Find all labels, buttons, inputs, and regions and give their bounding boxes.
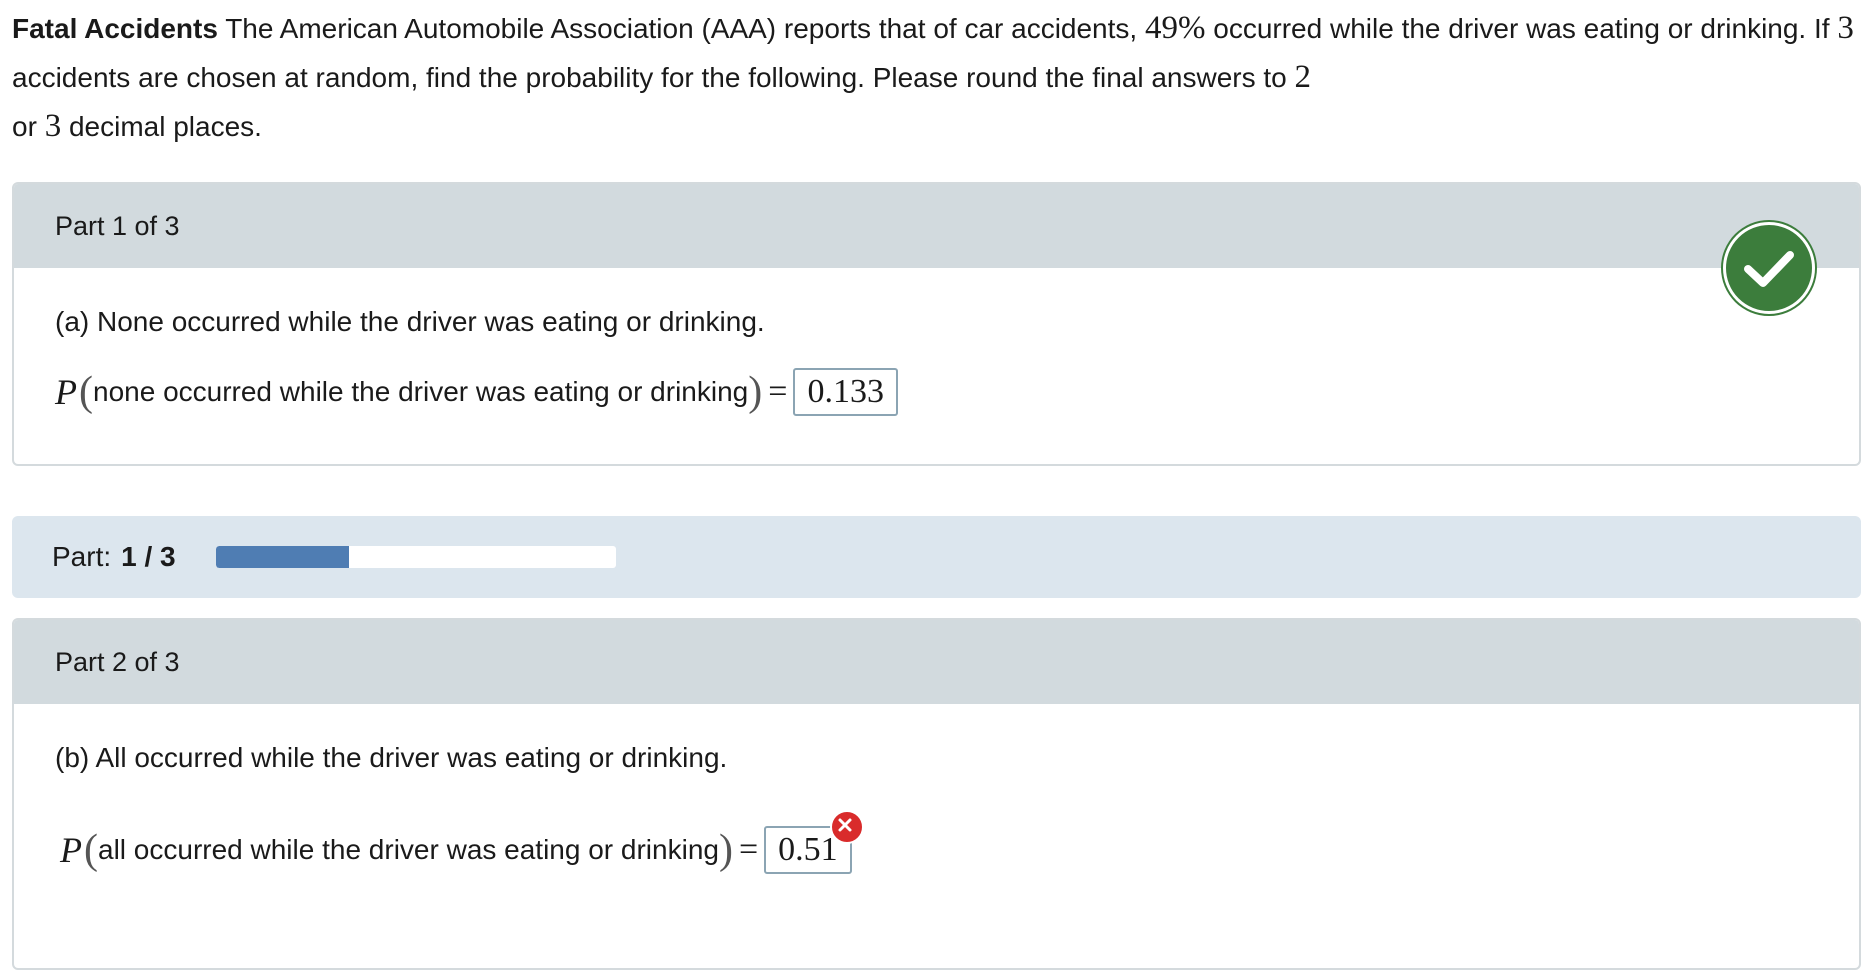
problem-d1: 2 [1294, 59, 1312, 95]
problem-n: 3 [1837, 10, 1854, 46]
part1-equation: P ( none occurred while the driver was e… [55, 368, 898, 416]
part1-question: (a) None occurred while the driver was e… [55, 306, 765, 337]
progress-bar-fill [215, 546, 349, 568]
part2-equation: P ( all occurred while the driver was ea… [60, 810, 864, 874]
part2-card: Part 2 of 3 (b) All occurred while the d… [12, 618, 1861, 970]
problem-text-5: decimal places. [61, 111, 262, 142]
problem-text-2: occurred while the driver was eating or … [1205, 13, 1838, 44]
right-paren: ) [718, 827, 733, 873]
problem-d2: 3 [44, 108, 62, 144]
problem-text-3: accidents are chosen at random, find the… [12, 62, 1295, 93]
part1-event: none occurred while the driver was eatin… [93, 376, 749, 407]
part1-header-label: Part 1 of 3 [55, 210, 180, 241]
problem-statement: Fatal Accidents The American Automobile … [12, 4, 1862, 151]
progress-strip: Part: 1 / 3 [12, 516, 1861, 598]
equals-sign: = [738, 831, 759, 868]
part1-answer-value: 0.133 [807, 373, 884, 410]
probability-symbol: P [60, 830, 82, 870]
part1-answer-field[interactable]: 0.133 [793, 368, 898, 416]
part2-question: (b) All occurred while the driver was ea… [55, 742, 728, 773]
progress-label: Part: [52, 541, 112, 572]
left-paren: ( [84, 827, 98, 873]
probability-symbol: P [55, 372, 77, 412]
problem-text-1: The American Automobile Association (AAA… [217, 13, 1145, 44]
page: Fatal Accidents The American Automobile … [0, 0, 1872, 980]
right-paren: ) [748, 369, 763, 415]
problem-title: Fatal Accidents [12, 13, 218, 44]
progress-bar [215, 546, 616, 568]
part2-answer-field[interactable]: 0.51 [764, 810, 864, 874]
x-circle-icon [829, 810, 864, 844]
part2-event: all occurred while the driver was eating… [98, 834, 719, 865]
part1-header: Part 1 of 3 [14, 184, 1859, 268]
equals-sign: = [768, 373, 788, 410]
part2-header: Part 2 of 3 [14, 620, 1859, 704]
problem-text-4: or [12, 111, 45, 142]
progress-value: 1 / 3 [121, 541, 176, 572]
problem-percent: 49% [1144, 10, 1206, 46]
check-circle-icon [1723, 222, 1815, 314]
left-paren: ( [79, 369, 93, 415]
part1-card: Part 1 of 3 (a) None occurred while the … [12, 182, 1861, 466]
part2-header-label: Part 2 of 3 [55, 646, 180, 677]
